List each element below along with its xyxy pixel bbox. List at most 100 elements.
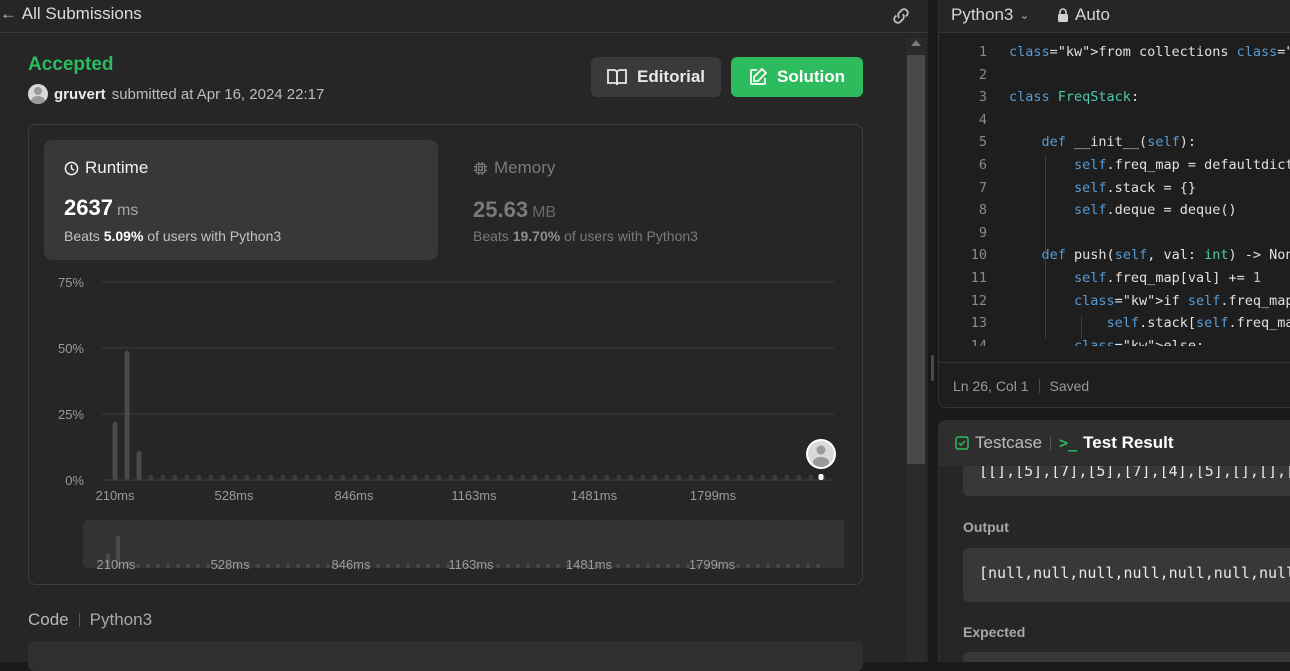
chip-icon	[473, 161, 488, 175]
code-line[interactable]: 9	[939, 225, 1290, 247]
submitted-time: submitted at Apr 16, 2024 22:17	[111, 85, 325, 103]
navigator-bar	[286, 564, 290, 568]
histogram-bar	[460, 474, 466, 480]
histogram-bar	[424, 474, 430, 480]
memory-unit: MB	[532, 204, 557, 221]
language-select[interactable]: Python3 ⌄	[951, 5, 1029, 25]
histogram-bar	[316, 474, 322, 480]
link-icon[interactable]	[890, 5, 912, 27]
code-line[interactable]: 13 self.stack[self.freq_map[val]] = [val…	[939, 315, 1290, 337]
code-text: def push(self, val: int) -> None:	[1041, 247, 1290, 264]
code-line[interactable]: 2	[939, 67, 1290, 89]
resize-grip[interactable]	[931, 355, 934, 381]
histogram-bar	[400, 474, 406, 480]
line-number: 12	[970, 292, 987, 309]
histogram-bar	[148, 474, 154, 480]
histogram-bar	[760, 474, 766, 480]
code-text: self.freq_map[val] += 1	[1074, 270, 1261, 286]
histogram-bar	[172, 474, 178, 480]
editorial-label: Editorial	[636, 67, 705, 86]
tab-testcase[interactable]: Testcase	[955, 433, 1042, 453]
navigator-bar	[406, 564, 410, 568]
histogram-bar	[412, 474, 418, 480]
histogram-bar	[256, 474, 262, 480]
histogram-bar	[328, 474, 334, 480]
auto-mode-toggle[interactable]: Auto	[1057, 5, 1110, 25]
code-section-header: Code Python3	[28, 610, 152, 630]
avatar-body	[813, 457, 829, 467]
memory-beats-pct: 19.70%	[512, 228, 561, 244]
memory-title: Memory	[473, 158, 555, 178]
indent-guide	[1081, 316, 1082, 338]
navigator-bar	[516, 564, 520, 568]
navigator-bar	[276, 564, 280, 568]
scrollbar-thumb[interactable]	[907, 55, 925, 464]
navigator-tick-label: 1799ms	[689, 557, 736, 572]
histogram-bar	[484, 474, 490, 480]
code-line[interactable]: 6 self.freq_map = defaultdict(int)	[939, 157, 1290, 179]
code-line[interactable]: 3 class FreqStack:	[939, 89, 1290, 111]
back-to-submissions-link[interactable]: ← All Submissions	[0, 4, 142, 24]
code-editor[interactable]: Python3 ⌄ Auto 1 class="kw">from collecti…	[938, 0, 1290, 408]
line-number: 4	[978, 111, 987, 128]
pane-resizer[interactable]	[928, 0, 938, 662]
code-line[interactable]: 1 class="kw">from collections class="kw">…	[939, 44, 1290, 66]
runtime-number: 2637	[64, 195, 113, 220]
code-line[interactable]: 14 class="kw">else:	[939, 338, 1290, 346]
tab-test-result[interactable]: >_ Test Result	[1059, 433, 1173, 453]
avatar[interactable]	[28, 84, 48, 104]
runtime-distribution-chart[interactable]: 75% 50% 25% 0% 210ms 528ms 846ms 1163ms 1481ms 17…	[44, 270, 844, 580]
histogram-bar	[676, 474, 682, 480]
histogram-bar	[208, 474, 214, 480]
editorial-button[interactable]: Editorial	[591, 57, 721, 97]
x-tick-label: 528ms	[214, 488, 254, 503]
navigator-bar	[546, 564, 550, 568]
terminal-icon: >_	[1059, 434, 1078, 452]
code-line[interactable]: 8 self.deque = deque()	[939, 202, 1290, 224]
code-line[interactable]: 5 def __init__(self):	[939, 134, 1290, 156]
histogram-bar	[388, 474, 394, 480]
runtime-tab[interactable]: Runtime 2637 ms Beats 5.09% of users with…	[44, 140, 438, 260]
navigator-bar	[636, 564, 640, 568]
username-link[interactable]: gruvert	[54, 86, 106, 103]
code-label: Code	[28, 610, 69, 629]
expected-value-box	[963, 652, 1290, 662]
histogram-bar	[472, 474, 478, 480]
line-number: 13	[970, 315, 987, 332]
solution-button[interactable]: Solution	[731, 57, 863, 97]
navigator-bar	[196, 564, 200, 568]
code-line[interactable]: 7 self.stack = {}	[939, 180, 1290, 202]
line-number: 1	[978, 44, 987, 60]
y-tick-label: 50%	[58, 341, 84, 356]
avatar-head	[816, 445, 826, 455]
submission-topbar: ← All Submissions	[0, 0, 928, 33]
code-text: class="kw">from collections class="kw">i…	[1009, 44, 1290, 60]
navigator-bar	[316, 564, 320, 568]
chevron-down-icon: ⌄	[1019, 8, 1030, 22]
code-line[interactable]: 12 class="kw">if self.freq_map[val] clas…	[939, 293, 1290, 315]
code-line[interactable]: 11 self.freq_map[val] += 1	[939, 270, 1290, 292]
clock-icon	[64, 161, 79, 175]
code-line[interactable]: 4	[939, 112, 1290, 134]
memory-value: 25.63 MB	[473, 197, 556, 223]
navigator-bar	[256, 564, 260, 568]
code-line[interactable]: 10 def push(self, val: int) -> None:	[939, 247, 1290, 269]
navigator-bar	[436, 564, 440, 568]
navigator-bar	[776, 564, 780, 568]
navigator-bar	[306, 564, 310, 568]
code-lines[interactable]: 1 class="kw">from collections class="kw">…	[939, 44, 1290, 346]
histogram-bar	[376, 474, 382, 480]
memory-tab[interactable]: Memory 25.63 MB Beats 19.70% of users wit…	[453, 140, 843, 260]
navigator-bar	[146, 564, 150, 568]
x-tick-label: 1481ms	[571, 488, 618, 503]
navigator-bar	[556, 564, 560, 568]
histogram-bar	[124, 350, 130, 480]
navigator-bar	[536, 564, 540, 568]
scroll-up-arrow[interactable]	[911, 40, 921, 46]
code-text: class FreqStack:	[1009, 89, 1140, 106]
navigator-tick-label: 528ms	[210, 557, 250, 572]
navigator-bar	[616, 564, 620, 568]
x-tick-label: 210ms	[95, 488, 135, 503]
runtime-title: Runtime	[64, 158, 148, 178]
back-label: All Submissions	[21, 4, 142, 23]
